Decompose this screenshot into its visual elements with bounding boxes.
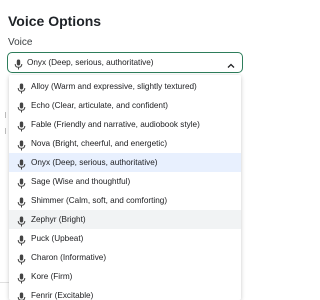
voice-option-label: Charon (Informative) <box>31 253 107 262</box>
voice-option-label: Sage (Wise and thoughtful) <box>31 177 131 186</box>
panel-title: Voice Options <box>8 13 102 29</box>
background-divider <box>5 112 8 118</box>
voice-option[interactable]: Kore (Firm) <box>9 267 241 286</box>
voice-options-panel: Voice Options Voice Onyx (Deep, serious,… <box>0 0 260 300</box>
voice-option-label: Shimmer (Calm, soft, and comforting) <box>31 196 168 205</box>
voice-option-label: Echo (Clear, articulate, and confident) <box>31 101 168 110</box>
voice-option[interactable]: Fable (Friendly and narrative, audiobook… <box>9 115 241 134</box>
microphone-icon <box>17 195 26 208</box>
voice-option[interactable]: Fenrir (Excitable) <box>9 286 241 300</box>
voice-option[interactable]: Nova (Bright, cheerful, and energetic) <box>9 134 241 153</box>
voice-option[interactable]: Charon (Informative) <box>9 248 241 267</box>
chevron-up-icon <box>226 58 236 68</box>
microphone-icon <box>17 138 26 151</box>
voice-option[interactable]: Echo (Clear, articulate, and confident) <box>9 96 241 115</box>
voice-select-value: Onyx (Deep, serious, authoritative) <box>27 58 154 67</box>
microphone-icon <box>17 100 26 113</box>
voice-select[interactable]: Onyx (Deep, serious, authoritative) <box>7 52 243 73</box>
voice-option[interactable]: Shimmer (Calm, soft, and comforting) <box>9 191 241 210</box>
background-divider <box>5 128 8 134</box>
microphone-icon <box>17 119 26 132</box>
voice-option-selected[interactable]: Onyx (Deep, serious, authoritative) <box>9 153 241 172</box>
voice-option-label: Kore (Firm) <box>31 272 73 281</box>
microphone-icon <box>17 157 26 170</box>
voice-option[interactable]: Alloy (Warm and expressive, slightly tex… <box>9 77 241 96</box>
voice-option[interactable]: Sage (Wise and thoughtful) <box>9 172 241 191</box>
microphone-icon <box>17 214 26 227</box>
voice-option[interactable]: Puck (Upbeat) <box>9 229 241 248</box>
microphone-icon <box>14 57 23 70</box>
voice-option-label: Fable (Friendly and narrative, audiobook… <box>31 120 200 129</box>
voice-option-label: Nova (Bright, cheerful, and energetic) <box>31 139 168 148</box>
voice-dropdown-list[interactable]: Alloy (Warm and expressive, slightly tex… <box>9 75 241 300</box>
voice-option-label: Fenrir (Excitable) <box>31 291 94 300</box>
microphone-icon <box>17 271 26 284</box>
microphone-icon <box>17 176 26 189</box>
background-divider <box>0 282 9 283</box>
microphone-icon <box>17 252 26 265</box>
voice-option-label: Zephyr (Bright) <box>31 215 86 224</box>
voice-option-hovered[interactable]: Zephyr (Bright) <box>9 210 241 229</box>
voice-field-label: Voice <box>8 37 33 48</box>
microphone-icon <box>17 290 26 300</box>
voice-option-label: Alloy (Warm and expressive, slightly tex… <box>31 82 197 91</box>
voice-option-label: Puck (Upbeat) <box>31 234 84 243</box>
microphone-icon <box>17 233 26 246</box>
microphone-icon <box>17 81 26 94</box>
voice-option-label: Onyx (Deep, serious, authoritative) <box>31 158 158 167</box>
